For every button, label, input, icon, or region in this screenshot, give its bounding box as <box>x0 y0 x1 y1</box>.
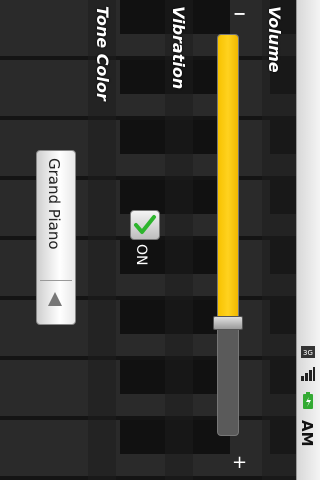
volume-max-symbol: + <box>232 452 248 473</box>
tone-color-label: Tone Color <box>93 6 112 101</box>
svg-text:3G: 3G <box>303 349 313 357</box>
vibration-state-label: ON <box>133 244 149 266</box>
battery-icon <box>300 392 316 409</box>
volume-slider-fill <box>218 35 238 323</box>
3g-icon: 3G <box>300 344 316 360</box>
status-clock: 7:18 AM <box>298 420 320 458</box>
dropdown-arrow-icon <box>48 292 62 306</box>
dropdown-divider <box>40 280 72 281</box>
volume-min-symbol: − <box>233 4 247 23</box>
signal-icon <box>300 366 316 382</box>
vibration-checkbox[interactable] <box>130 210 160 240</box>
volume-slider-thumb[interactable] <box>213 316 243 330</box>
checkmark-icon <box>134 215 156 234</box>
vibration-label: Vibration <box>169 6 188 90</box>
volume-label: Volume <box>265 6 284 73</box>
tone-color-selected-value: Grand Piano <box>45 158 63 250</box>
